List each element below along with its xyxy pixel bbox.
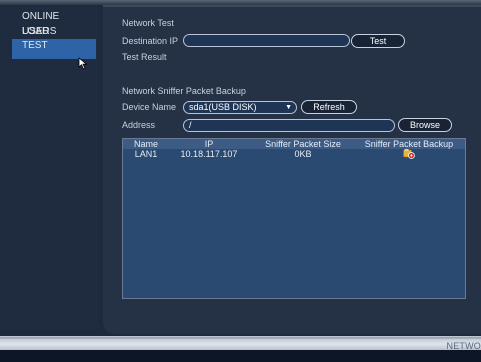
refresh-button[interactable]: Refresh [301, 100, 357, 114]
device-name-value: sda1(USB DISK) [189, 102, 257, 112]
device-name-label: Device Name [122, 102, 177, 112]
test-button[interactable]: Test [351, 34, 405, 48]
footer-bar [0, 336, 481, 362]
chevron-down-icon: ▼ [285, 104, 292, 111]
sidebar-item-load[interactable]: LOAD [10, 24, 96, 39]
footer-breadcrumb: NETWO [446, 341, 481, 351]
row-ip: 10.18.117.107 [180, 149, 238, 159]
network-test-panel: Network Test Destination IP Test Test Re… [103, 5, 481, 334]
address-label: Address [122, 120, 156, 130]
sidebar-item-label: LOAD [22, 26, 50, 37]
sidebar-item-label: TEST [22, 40, 48, 51]
network-test-title: Network Test [122, 18, 174, 28]
table-row[interactable]: LAN1 10.18.117.107 0KB [123, 149, 465, 159]
sidebar: ONLINE USERS LOAD TEST [0, 5, 99, 330]
column-header-backup: Sniffer Packet Backup [364, 139, 454, 149]
row-size: 0KB [294, 149, 312, 159]
sidebar-item-test[interactable]: TEST [12, 39, 96, 59]
table-header: Name IP Sniffer Packet Size Sniffer Pack… [123, 139, 465, 149]
device-name-select[interactable]: sda1(USB DISK) ▼ [183, 101, 297, 114]
sniffer-table: Name IP Sniffer Packet Size Sniffer Pack… [122, 138, 466, 299]
column-header-ip: IP [204, 139, 214, 149]
destination-ip-label: Destination IP [122, 36, 179, 46]
row-name: LAN1 [134, 149, 158, 159]
column-header-size: Sniffer Packet Size [265, 139, 341, 149]
test-result-label: Test Result [122, 52, 167, 62]
address-input[interactable]: / [183, 119, 395, 132]
column-header-name: Name [133, 139, 158, 149]
destination-ip-input[interactable] [183, 34, 350, 47]
sniffer-section-title: Network Sniffer Packet Backup [122, 86, 246, 96]
mouse-cursor-icon [78, 57, 88, 70]
backup-icon[interactable] [403, 149, 415, 159]
sidebar-item-online-users[interactable]: ONLINE USERS [10, 9, 96, 37]
browse-button[interactable]: Browse [398, 118, 452, 132]
panel-divider [103, 5, 481, 7]
